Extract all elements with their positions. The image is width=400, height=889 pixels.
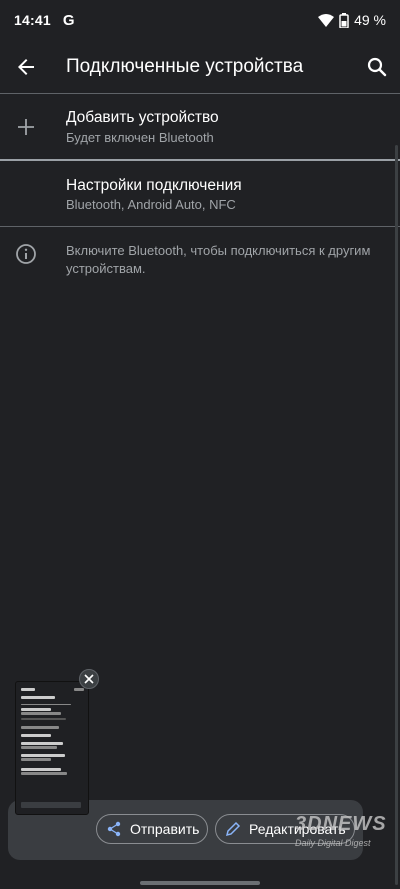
share-button[interactable]: Отправить [96,814,208,844]
watermark-logo: 3DNEWS Daily Digital Digest [295,813,390,848]
close-icon [84,674,94,684]
navigation-handle[interactable] [140,881,260,885]
connection-settings-row[interactable]: Настройки подключения Bluetooth, Android… [0,161,400,226]
connection-settings-title: Настройки подключения [66,177,242,194]
google-g-icon: G [62,11,75,29]
app-bar: Подключенные устройства [0,40,400,94]
back-arrow-icon[interactable] [14,55,38,79]
status-bar: 14:41 G 49 % [0,0,400,40]
close-preview-button[interactable] [79,669,99,689]
battery-percent: 49 % [354,12,386,28]
add-device-subtitle: Будет включен Bluetooth [66,130,214,145]
watermark-tagline: Daily Digital Digest [295,838,371,848]
watermark-brand: 3DNEWS [295,813,387,835]
search-icon[interactable] [365,55,389,79]
info-icon [16,244,36,264]
add-device-row[interactable]: Добавить устройство Будет включен Blueto… [0,94,400,160]
info-text: Включите Bluetooth, чтобы подключиться к… [66,243,371,276]
status-time: 14:41 [14,12,51,28]
connection-settings-subtitle: Bluetooth, Android Auto, NFC [66,197,236,212]
bluetooth-info: Включите Bluetooth, чтобы подключиться к… [0,227,400,287]
wifi-icon [318,13,335,27]
page-title: Подключенные устройства [66,56,304,77]
battery-icon [339,12,349,28]
pencil-icon [225,821,241,837]
status-indicators: 49 % [318,12,386,28]
share-label: Отправить [130,821,200,837]
add-device-title: Добавить устройство [66,109,219,126]
screenshot-thumbnail[interactable] [15,681,89,815]
share-icon [107,821,121,837]
scrollbar[interactable] [395,145,398,885]
plus-icon [18,119,34,135]
